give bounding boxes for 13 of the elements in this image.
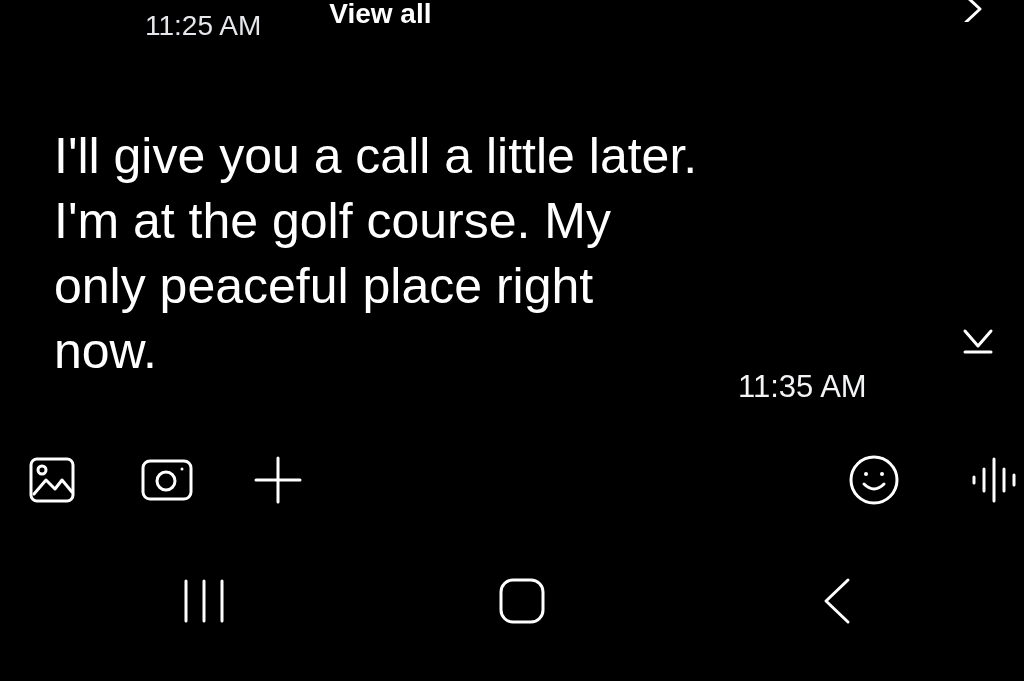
camera-icon[interactable] — [140, 458, 194, 502]
scroll-down-icon[interactable] — [962, 328, 994, 354]
gallery-icon[interactable] — [28, 456, 76, 504]
recent-apps-icon[interactable] — [182, 578, 226, 623]
plus-icon[interactable] — [254, 456, 302, 504]
message-time: 11:35 AM — [738, 371, 867, 402]
chevron-right-icon[interactable] — [962, 0, 984, 22]
message-text: I'll give you a call a little later. I'm at the golf course. My only peaceful place right now. — [54, 127, 699, 381]
message-time: 11:25 AM — [145, 12, 262, 40]
view-all-link[interactable]: View all — [329, 0, 432, 28]
emoji-icon[interactable] — [848, 454, 900, 506]
home-icon[interactable] — [498, 576, 546, 625]
back-icon[interactable] — [822, 576, 852, 625]
